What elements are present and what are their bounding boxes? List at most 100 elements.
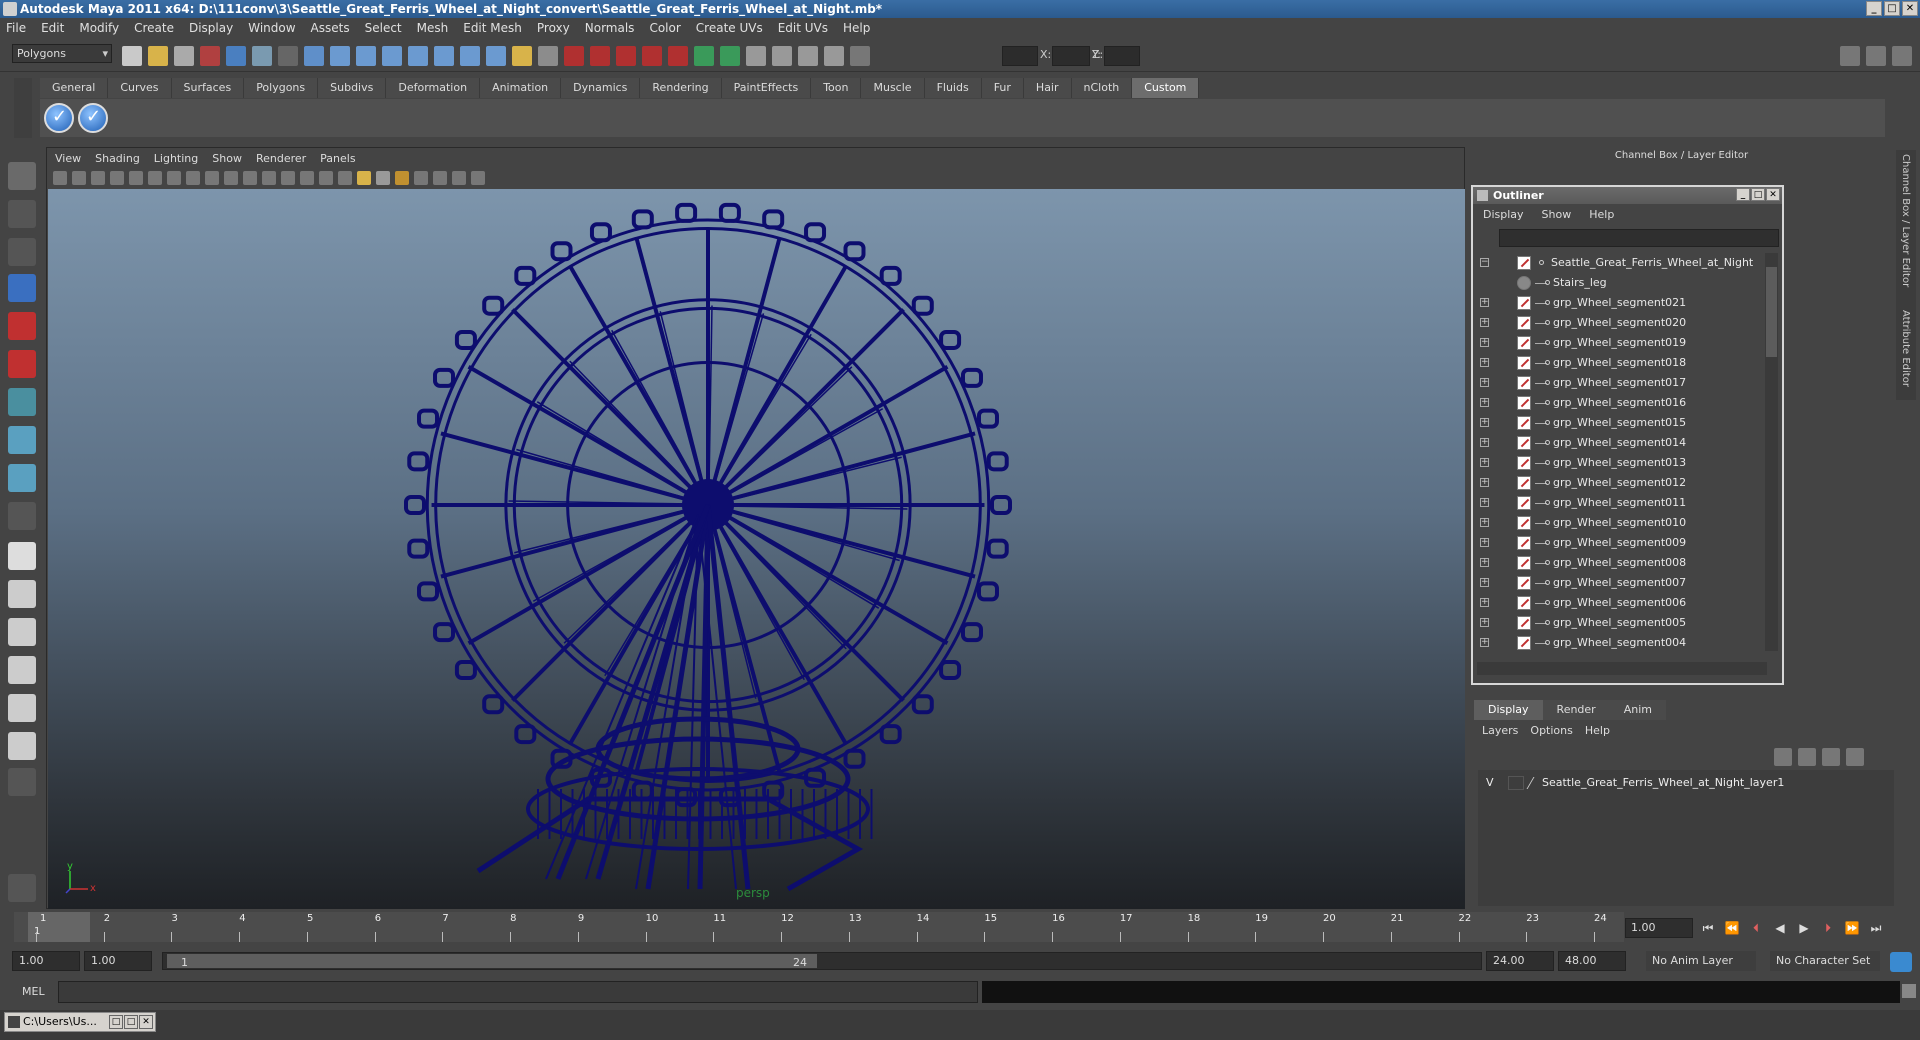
custom-shelf-check-icon-2[interactable] <box>78 103 108 133</box>
current-time-field[interactable]: 1.00 <box>1625 918 1693 938</box>
shelf-tab-general[interactable]: General <box>40 78 109 98</box>
expand-icon[interactable]: + <box>1480 618 1489 627</box>
shelf-tab-dynamics[interactable]: Dynamics <box>561 78 641 98</box>
hypershade-icon[interactable] <box>850 46 870 66</box>
graph-outliner-layout-icon[interactable] <box>8 732 36 760</box>
outliner-row[interactable]: Stairs_leg <box>1477 273 1767 293</box>
menu-help[interactable]: Help <box>843 21 870 35</box>
outliner-menu-show[interactable]: Show <box>1542 208 1572 221</box>
select-camera-icon[interactable] <box>53 171 67 185</box>
viewport-menu-shading[interactable]: Shading <box>95 152 140 165</box>
wireframe-icon[interactable] <box>281 171 295 185</box>
layer-tab-display[interactable]: Display <box>1474 700 1543 720</box>
shelf-tab-hair[interactable]: Hair <box>1023 78 1072 98</box>
shelf-tab-deformation[interactable]: Deformation <box>386 78 481 98</box>
lasso-tool-icon[interactable] <box>8 200 36 228</box>
default-light-icon[interactable] <box>357 171 371 185</box>
playback-start-field[interactable]: 1.00 <box>84 951 152 971</box>
outliner-row[interactable]: + grp_Wheel_segment019 <box>1477 333 1767 353</box>
custom-shelf-check-icon-1[interactable] <box>44 103 74 133</box>
step-back-frame-icon[interactable]: ⏴ <box>1748 920 1764 936</box>
z-field[interactable] <box>1104 46 1140 66</box>
mask-dropdown-icon[interactable] <box>278 46 298 66</box>
maximize-button[interactable]: □ <box>1884 1 1900 16</box>
minimized-window-item[interactable]: C:\Users\Us... □ □ ✕ <box>4 1012 156 1032</box>
all-lights-icon[interactable] <box>376 171 390 185</box>
play-forwards-icon[interactable]: ▶ <box>1796 920 1812 936</box>
move-layer-up-icon[interactable] <box>1774 748 1792 766</box>
move-tool-icon[interactable] <box>8 274 36 302</box>
outliner-row[interactable]: + grp_Wheel_segment011 <box>1477 493 1767 513</box>
render-settings-icon[interactable] <box>824 46 844 66</box>
film-gate-icon[interactable] <box>167 171 181 185</box>
layout-options-icon[interactable] <box>8 768 36 796</box>
viewport-menu-renderer[interactable]: Renderer <box>256 152 306 165</box>
taskbar-close-button[interactable]: ✕ <box>139 1015 153 1029</box>
outliner-row[interactable]: + grp_Wheel_segment020 <box>1477 313 1767 333</box>
outliner-row[interactable]: + grp_Wheel_segment017 <box>1477 373 1767 393</box>
x-field[interactable] <box>1002 46 1038 66</box>
expand-icon[interactable]: + <box>1480 378 1489 387</box>
snap-view-plane-icon[interactable] <box>642 46 662 66</box>
field-chart-icon[interactable] <box>224 171 238 185</box>
show-hide-attribute-editor-icon[interactable] <box>1892 46 1912 66</box>
shelf-options[interactable] <box>14 78 32 138</box>
shelf-tab-painteffects[interactable]: PaintEffects <box>721 78 812 98</box>
outliner-vertical-scrollbar[interactable] <box>1765 253 1778 651</box>
xray-joints-icon[interactable] <box>452 171 466 185</box>
outliner-maximize-button[interactable]: □ <box>1751 188 1765 201</box>
outliner-row[interactable]: + grp_Wheel_segment005 <box>1477 613 1767 633</box>
viewport-menu-lighting[interactable]: Lighting <box>154 152 198 165</box>
shelf-tab-rendering[interactable]: Rendering <box>640 78 722 98</box>
outliner-row[interactable]: + grp_Wheel_segment010 <box>1477 513 1767 533</box>
expand-icon[interactable]: + <box>1480 298 1489 307</box>
menu-edit-uvs[interactable]: Edit UVs <box>778 21 828 35</box>
menu-file[interactable]: File <box>6 21 26 35</box>
expand-icon[interactable]: + <box>1480 498 1489 507</box>
expand-icon[interactable]: + <box>1480 438 1489 447</box>
viewport-menu-view[interactable]: View <box>55 152 81 165</box>
command-language-label[interactable]: MEL <box>22 985 45 998</box>
menu-set-select[interactable]: Polygons <box>12 44 112 63</box>
close-button[interactable]: ✕ <box>1902 1 1918 16</box>
range-slider-thumb[interactable]: 1 24 <box>167 954 817 969</box>
menu-create-uvs[interactable]: Create UVs <box>696 21 763 35</box>
layer-row[interactable]: V Seattle_Great_Ferris_Wheel_at_Night_la… <box>1478 774 1894 792</box>
character-set-dropdown[interactable]: No Character Set <box>1770 951 1880 971</box>
step-forward-frame-icon[interactable]: ⏵ <box>1820 920 1836 936</box>
select-surfaces-icon[interactable] <box>382 46 402 66</box>
layer-visibility-toggle[interactable]: V <box>1486 776 1494 789</box>
shelf-tab-polygons[interactable]: Polygons <box>244 78 319 98</box>
xray-icon[interactable] <box>433 171 447 185</box>
wireframe-on-shaded-icon[interactable] <box>319 171 333 185</box>
expand-icon[interactable]: + <box>1480 538 1489 547</box>
viewport-menu-panels[interactable]: Panels <box>320 152 355 165</box>
menu-edit[interactable]: Edit <box>41 21 64 35</box>
highlight-selection-icon[interactable] <box>538 46 558 66</box>
expand-icon[interactable]: + <box>1480 558 1489 567</box>
outliner-row[interactable]: + grp_Wheel_segment015 <box>1477 413 1767 433</box>
create-layer-from-selection-icon[interactable] <box>1846 748 1864 766</box>
perspective-viewport[interactable]: View Shading Lighting Show Renderer Pane… <box>46 147 1465 909</box>
taskbar-maximize-button[interactable]: □ <box>124 1015 138 1029</box>
construction-history-icon[interactable] <box>694 46 714 66</box>
smooth-shade-icon[interactable] <box>300 171 314 185</box>
input-output-icon[interactable] <box>720 46 740 66</box>
expand-icon[interactable]: + <box>1480 358 1489 367</box>
side-tab-channel-box[interactable]: Channel Box / Layer Editor <box>1900 154 1911 287</box>
snap-point-icon[interactable] <box>616 46 636 66</box>
expand-icon[interactable]: + <box>1480 478 1489 487</box>
outliner-row[interactable]: + grp_Wheel_segment012 <box>1477 473 1767 493</box>
shelf-tab-surfaces[interactable]: Surfaces <box>171 78 245 98</box>
paint-select-tool-icon[interactable] <box>8 238 36 266</box>
select-rendering-icon[interactable] <box>460 46 480 66</box>
menu-edit-mesh[interactable]: Edit Mesh <box>463 21 522 35</box>
menu-proxy[interactable]: Proxy <box>537 21 570 35</box>
side-tab-attribute-editor[interactable]: Attribute Editor <box>1900 310 1911 387</box>
two-d-pan-zoom-icon[interactable] <box>129 171 143 185</box>
backface-culling-icon[interactable] <box>471 171 485 185</box>
shelf-tab-curves[interactable]: Curves <box>108 78 172 98</box>
create-empty-layer-icon[interactable] <box>1822 748 1840 766</box>
select-component-icon[interactable] <box>252 46 272 66</box>
outliner-minimize-button[interactable]: _ <box>1736 188 1750 201</box>
